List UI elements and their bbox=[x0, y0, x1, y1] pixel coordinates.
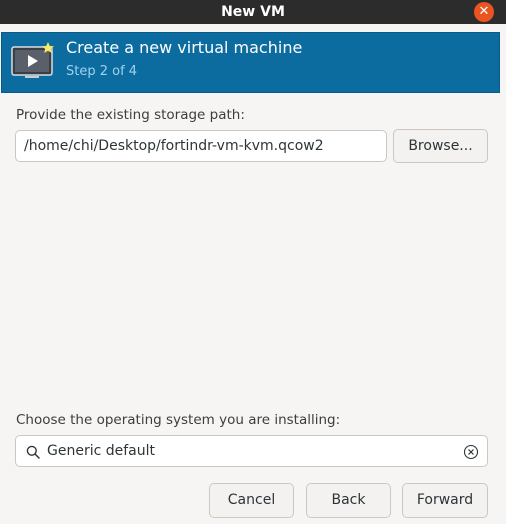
cancel-button[interactable]: Cancel bbox=[209, 483, 294, 518]
forward-button[interactable]: Forward bbox=[402, 483, 488, 518]
storage-path-label: Provide the existing storage path: bbox=[16, 107, 245, 123]
os-search-input[interactable]: Generic default bbox=[15, 435, 488, 467]
os-selected-value: Generic default bbox=[47, 443, 156, 459]
storage-path-value: /home/chi/Desktop/fortindr-vm-kvm.qcow2 bbox=[24, 138, 324, 154]
wizard-title: Create a new virtual machine bbox=[66, 38, 303, 57]
back-button[interactable]: Back bbox=[306, 483, 391, 518]
new-vm-window: New VM ✕ Create a new virtual machine St… bbox=[0, 0, 506, 524]
browse-button[interactable]: Browse... bbox=[393, 129, 488, 163]
cancel-button-label: Cancel bbox=[227, 492, 276, 508]
back-button-label: Back bbox=[331, 492, 366, 508]
monitor-play-star-icon bbox=[11, 42, 54, 78]
browse-button-label: Browse... bbox=[408, 138, 473, 154]
close-icon: ✕ bbox=[478, 4, 490, 19]
wizard-step-indicator: Step 2 of 4 bbox=[66, 64, 138, 79]
storage-path-input[interactable]: /home/chi/Desktop/fortindr-vm-kvm.qcow2 bbox=[15, 130, 387, 162]
forward-button-label: Forward bbox=[416, 492, 474, 508]
search-icon bbox=[26, 445, 40, 459]
window-titlebar[interactable]: New VM ✕ bbox=[0, 0, 506, 24]
clear-icon[interactable] bbox=[463, 444, 479, 460]
wizard-header: Create a new virtual machine Step 2 of 4 bbox=[1, 32, 500, 93]
window-close-button[interactable]: ✕ bbox=[474, 2, 494, 22]
os-label: Choose the operating system you are inst… bbox=[16, 412, 341, 428]
window-title: New VM bbox=[221, 4, 285, 20]
